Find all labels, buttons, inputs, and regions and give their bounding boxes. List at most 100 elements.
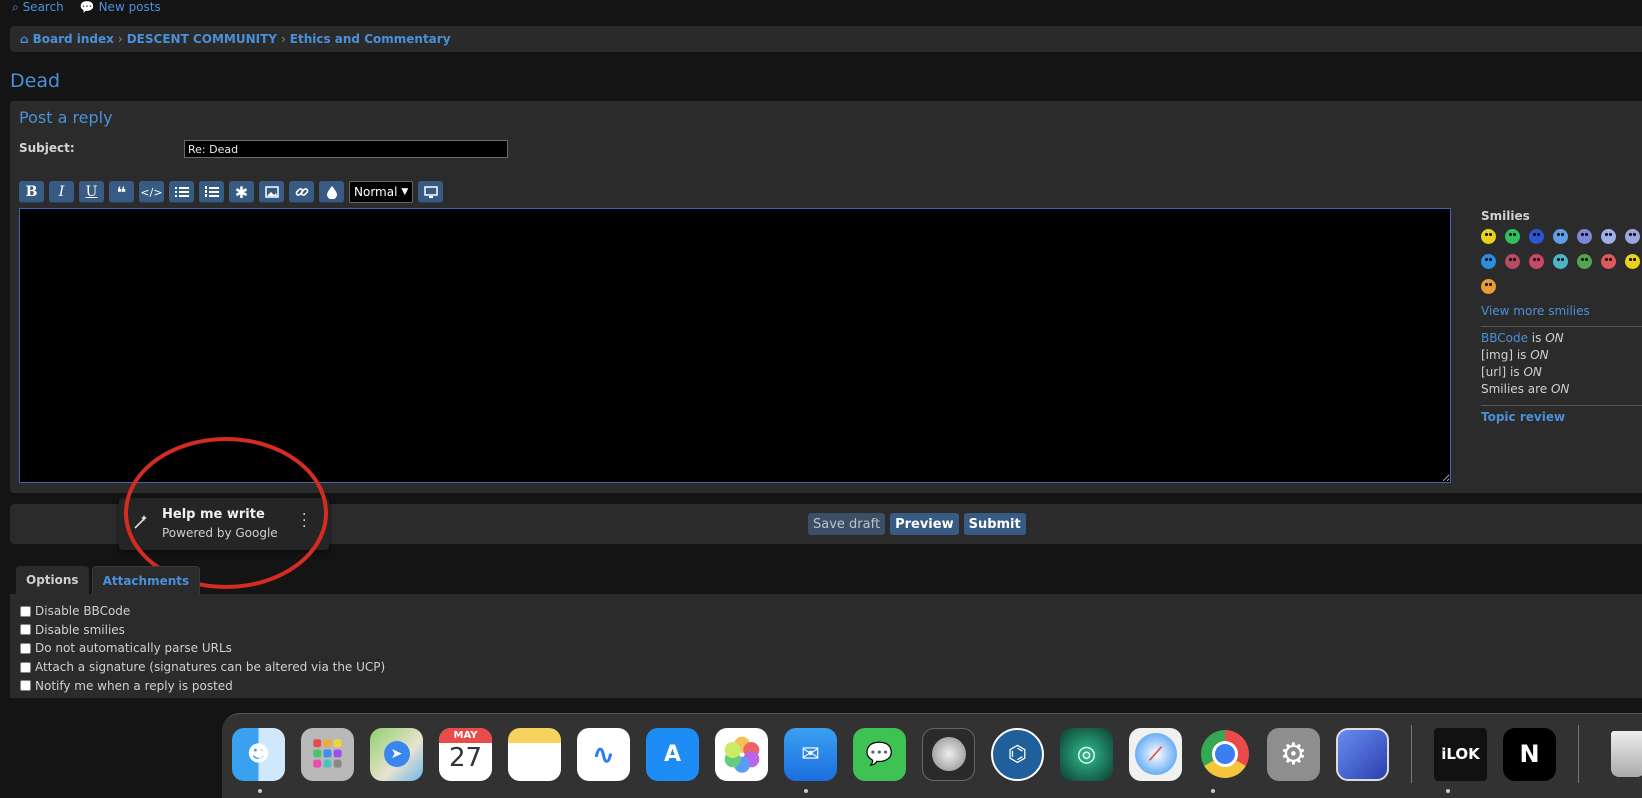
preview-toggle-icon[interactable] [418, 181, 444, 203]
smiley-icon[interactable] [1481, 254, 1496, 269]
list-icon[interactable] [169, 181, 194, 203]
smilies-status: Smilies are ON [1481, 382, 1570, 396]
dock-separator [1411, 725, 1412, 783]
native-instruments-icon[interactable]: N [1503, 727, 1556, 781]
subject-input[interactable] [184, 140, 508, 158]
tab-options[interactable]: Options [16, 566, 89, 594]
option-disable-bbcode: Disable BBCode [20, 602, 385, 621]
view-more-smilies-link[interactable]: View more smilies [1481, 304, 1590, 318]
options-tabs: Options Attachments [16, 566, 201, 595]
calendar-icon[interactable]: MAY 27 [439, 727, 492, 781]
home-icon[interactable]: ⌂ [20, 32, 29, 46]
breadcrumb-forum[interactable]: Ethics and Commentary [290, 32, 451, 46]
messages-icon[interactable]: 💬 [853, 727, 906, 781]
bold-icon[interactable]: B [19, 181, 44, 203]
checkbox[interactable] [20, 661, 31, 673]
post-reply-heading: Post a reply [19, 108, 113, 127]
safari-icon[interactable]: ⟋ [1129, 727, 1182, 781]
dock-apps: ☻ ➤ MAY 27 ∿ A ✉ 💬 ⌬ ◎ ⟋ ⚙ iLOK N [232, 725, 1642, 783]
preview-button[interactable]: Preview [890, 513, 959, 535]
breadcrumb-separator: › [280, 32, 286, 46]
preview-icon[interactable] [1336, 727, 1389, 781]
italic-icon[interactable]: I [49, 181, 74, 203]
divider [1481, 326, 1642, 327]
app-store-icon[interactable]: A [646, 727, 699, 781]
quote-icon[interactable]: ❝ [109, 181, 134, 203]
smiley-icon[interactable] [1601, 254, 1616, 269]
checkbox[interactable] [20, 642, 31, 654]
dock-separator [1578, 725, 1579, 783]
option-no-parse-urls: Do not automatically parse URLs [20, 639, 385, 658]
smiley-icon[interactable] [1529, 229, 1544, 244]
smiley-icon[interactable] [1577, 254, 1592, 269]
smiley-icon[interactable] [1601, 229, 1616, 244]
topic-review-link[interactable]: Topic review [1481, 410, 1642, 424]
save-draft-button[interactable]: Save draft [808, 513, 886, 535]
chrome-icon[interactable] [1198, 728, 1251, 781]
mail-icon[interactable]: ✉ [784, 727, 837, 781]
notes-icon[interactable] [508, 727, 561, 781]
smiley-icon[interactable] [1481, 279, 1496, 294]
help-me-write-title: Help me write [162, 507, 265, 522]
image-icon[interactable] [259, 181, 284, 203]
search-link[interactable]: ⌕ Search [12, 0, 64, 16]
breadcrumb-separator: › [117, 32, 123, 46]
color-icon[interactable] [319, 181, 344, 203]
smilies-grid [1481, 229, 1642, 294]
smiley-icon[interactable] [1481, 229, 1496, 244]
checkbox[interactable] [20, 605, 31, 617]
bbcode-link[interactable]: BBCode [1481, 331, 1528, 345]
smiley-icon[interactable] [1505, 254, 1520, 269]
comments-icon: 💬 [79, 0, 95, 14]
message-textarea[interactable] [19, 208, 1451, 483]
topic-title[interactable]: Dead [10, 70, 60, 92]
ordered-list-icon[interactable] [199, 181, 224, 203]
link-icon[interactable] [289, 181, 314, 203]
smiley-icon[interactable] [1529, 254, 1544, 269]
option-attach-signature: Attach a signature (signatures can be al… [20, 658, 385, 677]
ilok-icon[interactable]: iLOK [1434, 727, 1487, 781]
divider [1481, 405, 1642, 406]
trash-icon[interactable] [1601, 728, 1642, 781]
maps-icon[interactable]: ➤ [370, 727, 423, 781]
help-me-write-popup[interactable]: Help me write Powered by Google · · · [119, 498, 329, 550]
url-status: [url] is ON [1481, 365, 1542, 379]
checkbox[interactable] [20, 624, 31, 636]
option-disable-smilies: Disable smilies [20, 621, 385, 640]
top-nav: ⌕ Search 💬 New posts [12, 0, 161, 16]
list-item-icon[interactable]: ✱ [229, 181, 254, 203]
code-icon[interactable]: </> [139, 181, 164, 203]
smiley-icon[interactable] [1553, 254, 1568, 269]
font-size-select[interactable]: Normal ▼ [349, 181, 414, 203]
photos-icon[interactable] [715, 727, 768, 781]
subject-label: Subject: [19, 141, 75, 155]
smiley-icon[interactable] [1553, 229, 1568, 244]
finder-icon[interactable]: ☻ [232, 727, 285, 781]
launchpad-icon[interactable] [301, 727, 354, 781]
more-options-icon[interactable]: · · · [302, 508, 306, 534]
smilies-heading: Smilies [1481, 209, 1530, 223]
smiley-icon[interactable] [1625, 254, 1640, 269]
magic-wand-icon [134, 515, 147, 529]
editor-sidebar: Smilies View more smilies BBCode is ON [… [1481, 209, 1642, 424]
antares-icon[interactable]: ◎ [1060, 727, 1113, 781]
breadcrumb-board-index[interactable]: Board index [33, 32, 114, 46]
smiley-icon[interactable] [1625, 229, 1640, 244]
running-indicator [804, 789, 808, 793]
smiley-icon[interactable] [1577, 229, 1592, 244]
submit-buttons: Save draft Preview Submit [808, 513, 1026, 535]
logic-icon[interactable] [922, 727, 975, 781]
ilok-license-icon[interactable]: ⌬ [991, 727, 1044, 781]
option-notify-reply: Notify me when a reply is posted [20, 676, 385, 695]
underline-icon[interactable]: U [79, 181, 104, 203]
checkbox[interactable] [20, 680, 31, 692]
breadcrumb-community[interactable]: DESCENT COMMUNITY [127, 32, 277, 46]
new-posts-link[interactable]: 💬 New posts [80, 0, 161, 16]
submit-button[interactable]: Submit [963, 513, 1026, 535]
system-settings-icon[interactable]: ⚙ [1267, 727, 1320, 781]
smiley-icon[interactable] [1505, 229, 1520, 244]
tab-attachments[interactable]: Attachments [91, 566, 201, 595]
options-list: Disable BBCode Disable smilies Do not au… [20, 602, 385, 695]
freeform-icon[interactable]: ∿ [577, 727, 630, 781]
help-me-write-subtitle: Powered by Google [162, 526, 278, 540]
